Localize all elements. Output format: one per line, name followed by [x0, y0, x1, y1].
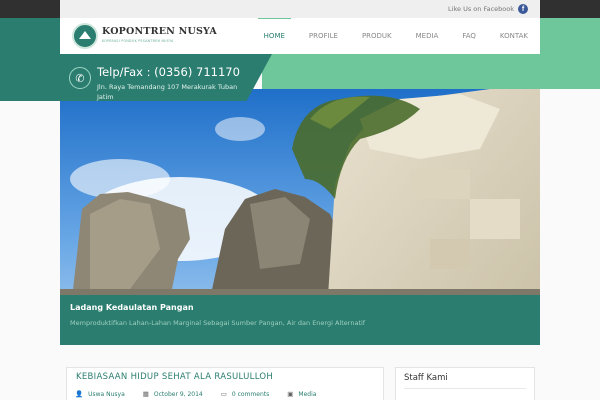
nav-profile[interactable]: PROFILE	[297, 18, 350, 54]
main-nav: HOME PROFILE PRODUK MEDIA FAQ KONTAK	[252, 18, 540, 54]
hero-caption: Ladang Kedaulatan Pangan Memproduktifkan…	[60, 295, 540, 345]
social-strip: Like Us on Facebook f	[60, 0, 540, 18]
nav-home[interactable]: HOME	[252, 18, 297, 54]
sidebar-widget: Staff Kami	[395, 367, 535, 400]
post-author[interactable]: 👤 Uswa Nusya	[75, 390, 125, 398]
address-text: Jln. Raya Temandang 107 Merakurak Tuban …	[97, 83, 238, 101]
post-category-text[interactable]: Media	[298, 391, 316, 398]
post-title[interactable]: KEBIASAAN HIDUP SEHAT ALA RASULULLOH	[76, 372, 273, 382]
site-logo-tagline: KOPERASI PONDOK PESANTREN NUSYA	[102, 39, 174, 43]
site-logo-title[interactable]: KOPONTREN NUSYA	[102, 26, 217, 37]
sidebar-title: Staff Kami	[404, 373, 448, 383]
post-author-name[interactable]: Uswa Nusya	[88, 391, 125, 398]
post-category[interactable]: ▣ Media	[287, 390, 316, 398]
hero-subtitle: Memproduktifkan Lahan-Lahan Marginal Seb…	[70, 319, 366, 327]
folder-icon: ▣	[287, 390, 294, 398]
comment-icon: ▭	[220, 390, 227, 398]
nav-faq[interactable]: FAQ	[450, 18, 488, 54]
contact-strip: ✆ Telp/Fax : (0356) 711170 Jln. Raya Tem…	[60, 54, 272, 101]
hero-title[interactable]: Ladang Kedaulatan Pangan	[70, 303, 194, 312]
green-band-right	[540, 18, 600, 89]
facebook-icon[interactable]: f	[518, 4, 528, 14]
phone-number[interactable]: Telp/Fax : (0356) 711170	[97, 65, 240, 79]
post-date: ▦ October 9, 2014	[143, 390, 203, 398]
nav-kontak[interactable]: KONTAK	[488, 18, 540, 54]
top-bar: Like Us on Facebook f	[0, 0, 600, 18]
nav-produk[interactable]: PRODUK	[350, 18, 404, 54]
phone-icon: ✆	[69, 67, 91, 89]
nav-media[interactable]: MEDIA	[404, 18, 451, 54]
logo-icon[interactable]	[72, 23, 98, 49]
post-comments-text[interactable]: 0 comments	[232, 391, 269, 398]
site-header: KOPONTREN NUSYA KOPERASI PONDOK PESANTRE…	[60, 18, 540, 54]
facebook-like-link[interactable]: Like Us on Facebook	[448, 5, 514, 13]
post-card: KEBIASAAN HIDUP SEHAT ALA RASULULLOH 👤 U…	[66, 367, 384, 400]
green-band-left	[0, 18, 60, 101]
user-icon: 👤	[75, 390, 84, 398]
calendar-icon: ▦	[142, 390, 149, 398]
sidebar-divider	[404, 388, 526, 389]
post-comments[interactable]: ▭ 0 comments	[221, 390, 270, 398]
post-date-text: October 9, 2014	[153, 390, 203, 398]
green-band-accent	[262, 54, 540, 89]
post-meta: 👤 Uswa Nusya ▦ October 9, 2014 ▭ 0 comme…	[75, 390, 316, 398]
